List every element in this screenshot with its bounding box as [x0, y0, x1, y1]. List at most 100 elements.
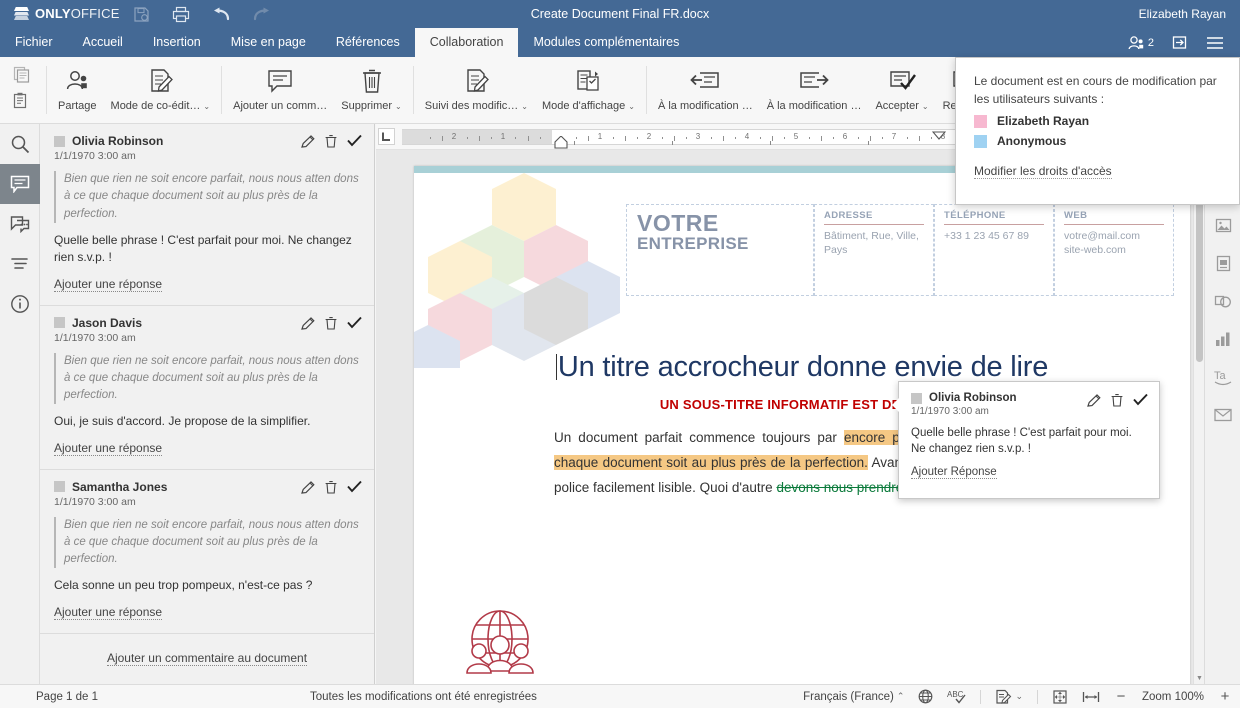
print-icon[interactable] — [168, 3, 194, 25]
save-status-label: Toutes les modifications ont été enregis… — [310, 690, 537, 703]
previous-change-button[interactable]: À la modification … — [651, 57, 760, 123]
comment-item[interactable]: Samantha Jones 1/1/1970 3:00 am Bien que… — [40, 470, 374, 634]
edit-comment-icon[interactable] — [301, 316, 315, 335]
display-mode-button[interactable]: Mode d'affichage ⌄ — [535, 57, 642, 123]
fit-page-button[interactable] — [1052, 689, 1068, 705]
quick-access-toolbar — [128, 3, 274, 25]
delete-comment-icon[interactable] — [1111, 393, 1123, 412]
add-reply-link[interactable]: Ajouter une réponse — [54, 441, 163, 456]
tab-accueil[interactable]: Accueil — [68, 28, 138, 57]
vertical-scrollbar[interactable]: ▲ ▼ — [1193, 150, 1204, 684]
add-reply-link[interactable]: Ajouter une réponse — [54, 277, 163, 292]
comment-quote: Bien que rien ne soit encore parfait, no… — [54, 171, 360, 223]
delete-comment-button[interactable]: Supprimer ⌄ — [334, 57, 408, 123]
tab-fichier[interactable]: Fichier — [0, 28, 68, 57]
share-button[interactable]: Partage — [51, 57, 104, 123]
open-file-location-button[interactable] — [1172, 35, 1188, 50]
coedit-mode-button[interactable]: Mode de co-édit… ⌄ — [104, 57, 218, 123]
resolve-comment-icon[interactable] — [347, 316, 362, 335]
add-comment-label: Ajouter un comm… — [233, 100, 328, 112]
ruler-tab-marker[interactable] — [672, 141, 673, 145]
add-comment-button[interactable]: Ajouter un comm… — [226, 57, 334, 123]
tab-insertion[interactable]: Insertion — [138, 28, 216, 57]
delete-comment-icon[interactable] — [325, 316, 337, 335]
rail-comments[interactable] — [0, 164, 40, 204]
delete-comment-icon[interactable] — [325, 480, 337, 499]
letterhead-table[interactable]: VOTRE ENTREPRISE ADRESSE Bâtiment, Rue, … — [626, 204, 1174, 296]
redo-icon[interactable] — [248, 3, 274, 25]
spellcheck-button[interactable]: ABC — [947, 689, 966, 704]
main-menu-button[interactable] — [1206, 36, 1224, 50]
copy-icon[interactable] — [13, 66, 30, 88]
add-document-comment-label: Ajouter un commentaire au document — [106, 650, 308, 666]
floating-comment-tooltip[interactable]: Olivia Robinson 1/1/1970 3:00 am Quelle … — [892, 381, 1160, 499]
ruler-tab-marker[interactable] — [574, 141, 575, 145]
comments-panel[interactable]: Olivia Robinson 1/1/1970 3:00 am Bien qu… — [40, 124, 375, 684]
track-changes-button[interactable]: Suivi des modific… ⌄ — [418, 57, 535, 123]
ruler-tab-marker[interactable] — [770, 141, 771, 145]
zoom-in-button[interactable]: + — [1218, 688, 1232, 705]
rrail-paragraph[interactable] — [1205, 244, 1240, 282]
paste-icon[interactable] — [13, 92, 30, 114]
comment-item[interactable]: Jason Davis 1/1/1970 3:00 am Bien que ri… — [40, 306, 374, 470]
comment-item[interactable]: Olivia Robinson 1/1/1970 3:00 am Bien qu… — [40, 124, 374, 306]
add-document-comment-link[interactable]: Ajouter un commentaire au document — [40, 634, 374, 667]
tab-mise-en-page[interactable]: Mise en page — [216, 28, 321, 57]
chevron-down-icon[interactable]: ⌄ — [521, 102, 528, 111]
tab-stop-selector[interactable] — [378, 128, 395, 145]
company-name-line1: VOTRE — [637, 210, 719, 236]
accept-change-button[interactable]: Accepter ⌄ — [868, 57, 935, 123]
first-line-indent-marker[interactable] — [931, 127, 947, 145]
text-art-icon: Ta — [1214, 370, 1232, 386]
floating-add-reply-link[interactable]: Ajouter Réponse — [911, 466, 997, 479]
add-reply-link[interactable]: Ajouter une réponse — [54, 605, 163, 620]
document-heading[interactable]: Un titre accrocheur donne envie de lire — [414, 351, 1190, 384]
coedit-mode-label: Mode de co-édit… — [110, 100, 201, 112]
edit-comment-icon[interactable] — [301, 134, 315, 153]
fit-width-button[interactable] — [1082, 690, 1100, 704]
rail-about[interactable] — [0, 284, 40, 324]
chevron-down-icon[interactable]: ⌄ — [395, 102, 402, 111]
scroll-down-arrow[interactable]: ▼ — [1194, 673, 1204, 684]
users-count-button[interactable]: 2 — [1128, 35, 1154, 50]
track-changes-status-button[interactable]: ⌄ — [995, 689, 1023, 705]
zoom-out-button[interactable]: − — [1114, 688, 1128, 705]
track-changes-status-icon — [996, 689, 1012, 704]
rail-headings[interactable] — [0, 244, 40, 284]
modify-access-rights-link[interactable]: Modifier les droits d'accès — [974, 164, 1112, 179]
resolve-comment-icon[interactable] — [347, 134, 362, 153]
rrail-mailmerge[interactable] — [1205, 396, 1240, 434]
resolve-comment-icon[interactable] — [1133, 393, 1148, 412]
delete-comment-icon[interactable] — [325, 134, 337, 153]
edit-comment-icon[interactable] — [301, 480, 315, 499]
next-change-button[interactable]: À la modification … — [760, 57, 869, 123]
tooltip-tail — [892, 398, 899, 412]
tab-modules-complementaires[interactable]: Modules complémentaires — [518, 28, 694, 57]
chevron-down-icon[interactable]: ⌄ — [628, 102, 635, 111]
rrail-textart[interactable]: Ta — [1205, 358, 1240, 396]
chevron-down-icon[interactable]: ⌄ — [203, 102, 210, 111]
rail-chat[interactable] — [0, 204, 40, 244]
tab-references[interactable]: Références — [321, 28, 415, 57]
collaboration-users-popup[interactable]: Le document est en cours de modification… — [955, 57, 1240, 205]
undo-icon[interactable] — [208, 3, 234, 25]
rrail-image[interactable] — [1205, 206, 1240, 244]
language-selector[interactable]: Français (France) ⌃ — [803, 691, 904, 703]
ruler-tab-marker[interactable] — [868, 141, 869, 145]
zoom-level-label[interactable]: Zoom 100% — [1142, 691, 1204, 703]
phone-cell: TÉLÉPHONE +33 1 23 45 67 89 — [934, 204, 1054, 296]
rail-search[interactable] — [0, 124, 40, 164]
comment-author: Olivia Robinson — [72, 134, 164, 148]
chevron-down-icon[interactable]: ⌄ — [922, 102, 929, 111]
rrail-chart[interactable] — [1205, 320, 1240, 358]
rrail-shape[interactable] — [1205, 282, 1240, 320]
left-indent-marker[interactable] — [554, 135, 568, 149]
comment-author: Jason Davis — [72, 315, 143, 330]
resolve-comment-icon[interactable] — [347, 480, 362, 499]
edit-comment-icon[interactable] — [1087, 393, 1101, 412]
clipboard-group — [0, 57, 42, 123]
save-icon[interactable] — [128, 3, 154, 25]
set-document-language-button[interactable] — [918, 689, 933, 704]
text-cursor — [555, 354, 557, 380]
tab-collaboration[interactable]: Collaboration — [414, 28, 519, 57]
